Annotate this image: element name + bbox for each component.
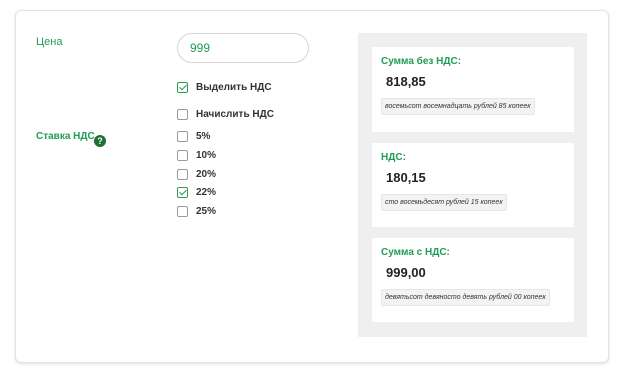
result-net-amount: Сумма без НДС: 818,85 восемьсот восемнад…: [372, 47, 574, 132]
checkbox-icon[interactable]: [177, 130, 188, 142]
rate-option-22[interactable]: 22%: [177, 185, 216, 199]
rate-option-25[interactable]: 25%: [177, 204, 216, 218]
result-title: Сумма с НДС:: [381, 247, 450, 258]
price-input[interactable]: [177, 33, 309, 63]
price-label: Цена: [36, 36, 63, 48]
result-value: 180,15: [386, 170, 426, 185]
result-gross-amount: Сумма с НДС: 999,00 девятьсот девяносто …: [372, 238, 574, 322]
result-words: девятьсот девяносто девять рублей 00 коп…: [381, 289, 550, 306]
result-words: восемьсот восемнадцать рублей 85 копеек: [381, 98, 535, 115]
mode-option-label: Выделить НДС: [196, 81, 272, 93]
mode-option-label: Начислить НДС: [196, 108, 274, 120]
rate-option-5[interactable]: 5%: [177, 129, 210, 143]
result-words: сто восемьдесят рублей 15 копеек: [381, 194, 507, 211]
result-title: Сумма без НДС:: [381, 56, 462, 67]
result-vat-amount: НДС: 180,15 сто восемьдесят рублей 15 ко…: [372, 143, 574, 227]
result-title: НДС:: [381, 152, 406, 163]
rate-option-20[interactable]: 20%: [177, 167, 216, 181]
checkbox-icon[interactable]: [177, 108, 188, 120]
results-panel: Сумма без НДС: 818,85 восемьсот восемнад…: [358, 33, 587, 337]
help-icon[interactable]: ?: [94, 135, 106, 147]
checkbox-icon[interactable]: [177, 168, 188, 180]
rate-option-label: 22%: [196, 186, 217, 198]
rate-option-label: 5%: [196, 130, 211, 142]
result-value: 999,00: [386, 265, 426, 280]
checkbox-checked-icon[interactable]: [177, 81, 188, 93]
vat-rate-label: Ставка НДС: [36, 131, 95, 142]
rate-option-label: 20%: [196, 168, 217, 180]
rate-option-label: 10%: [196, 149, 217, 161]
mode-option-extract-vat[interactable]: Выделить НДС: [177, 80, 272, 94]
calculator-card: Цена Выделить НДС Начислить НДС Ставка Н…: [15, 10, 609, 363]
rate-option-label: 25%: [196, 205, 217, 217]
mode-option-add-vat[interactable]: Начислить НДС: [177, 107, 274, 121]
rate-option-10[interactable]: 10%: [177, 148, 216, 162]
checkbox-checked-icon[interactable]: [177, 186, 188, 198]
result-value: 818,85: [386, 74, 426, 89]
checkbox-icon[interactable]: [177, 205, 188, 217]
checkbox-icon[interactable]: [177, 149, 188, 161]
